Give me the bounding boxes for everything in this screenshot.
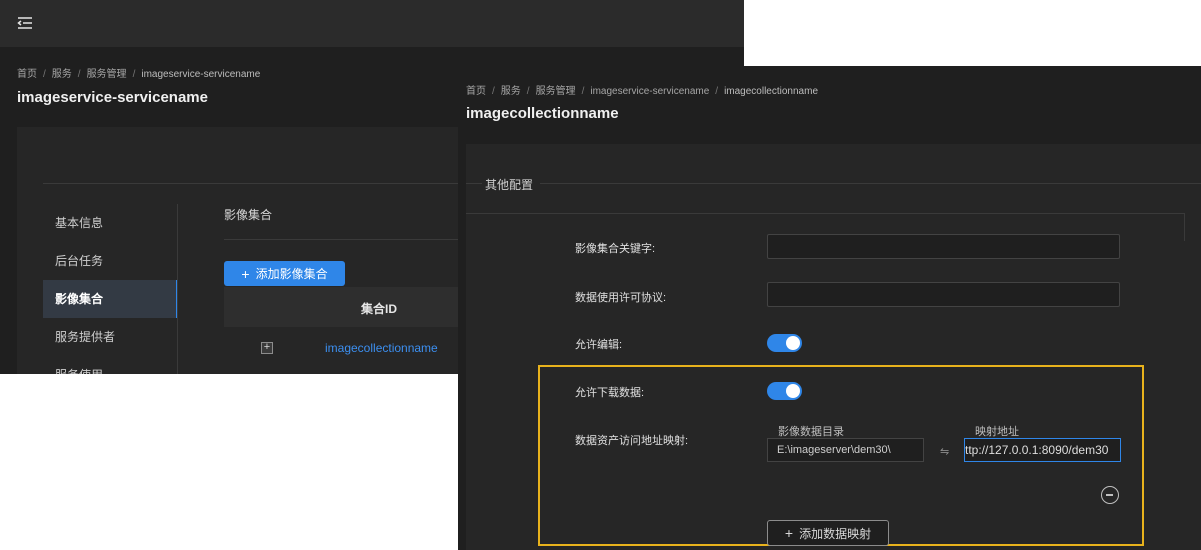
keyword-input[interactable] [767, 234, 1120, 259]
allow-download-label: 允许下载数据: [575, 387, 645, 399]
side-nav-item-background-tasks[interactable]: 后台任务 [43, 242, 178, 280]
mapping-label: 数据资产访问地址映射: [575, 435, 689, 447]
side-nav-item-image-collections[interactable]: 影像集合 [43, 280, 178, 318]
column-header-collection-id: 集合ID [361, 302, 398, 316]
breadcrumb-current: imageservice-servicename [141, 69, 261, 80]
top-bar [0, 0, 744, 47]
fieldset-border [466, 183, 482, 184]
remove-mapping-icon[interactable] [1101, 486, 1119, 504]
dir-column-header: 影像数据目录 [778, 426, 844, 438]
image-dir-input[interactable]: E:\imageserver\dem30\ [767, 438, 924, 462]
side-nav-item-basic-info[interactable]: 基本信息 [43, 204, 178, 242]
mapping-url-input[interactable]: ttp://127.0.0.1:8090/dem30 [964, 438, 1121, 462]
side-nav-item-service-usage[interactable]: 服务使用 [43, 356, 178, 374]
fieldset-border [1184, 213, 1185, 241]
breadcrumb-services[interactable]: 服务 [501, 82, 521, 97]
collection-detail-window: 首页 / 服务 / 服务管理 / imageservice-servicename / imag… [458, 66, 1201, 550]
plus-icon: + [241, 265, 250, 282]
add-mapping-button[interactable]: + 添加数据映射 [767, 520, 889, 546]
breadcrumb-service[interactable]: imageservice-servicename [590, 86, 709, 97]
page-title: imagecollectionname [466, 105, 619, 122]
fieldset-border [540, 183, 1201, 184]
fieldset-legend: 其他配置 [485, 178, 534, 192]
side-nav-divider [177, 204, 178, 374]
allow-edit-toggle[interactable] [767, 334, 802, 352]
add-image-collection-button[interactable]: + 添加影像集合 [224, 261, 345, 286]
license-label: 数据使用许可协议: [575, 292, 667, 304]
allow-download-toggle[interactable] [767, 382, 802, 400]
plus-icon: + [784, 525, 794, 541]
breadcrumb: 首页 / 服务 / 服务管理 / imageservice-servicename [17, 65, 260, 80]
url-column-header: 映射地址 [975, 426, 1019, 438]
add-mapping-label: 添加数据映射 [799, 526, 872, 541]
breadcrumb-home[interactable]: 首页 [466, 82, 486, 97]
side-nav-item-service-providers[interactable]: 服务提供者 [43, 318, 178, 356]
side-nav: 基本信息 后台任务 影像集合 服务提供者 服务使用 [43, 204, 178, 374]
collection-id-link[interactable]: imagecollectionname [325, 341, 438, 355]
breadcrumb-current: imagecollectionname [724, 86, 819, 97]
expand-row-icon[interactable]: + [261, 342, 273, 354]
page-title: imageservice-servicename [17, 89, 208, 106]
breadcrumb-services[interactable]: 服务 [52, 65, 72, 80]
swap-icon: ⇋ [940, 446, 950, 458]
breadcrumb-service-management[interactable]: 服务管理 [536, 82, 576, 97]
fieldset-border [466, 213, 1185, 214]
add-image-collection-label: 添加影像集合 [255, 267, 328, 281]
menu-fold-icon[interactable] [16, 14, 34, 32]
section-title: 影像集合 [224, 208, 273, 222]
breadcrumb-service-management[interactable]: 服务管理 [87, 65, 127, 80]
allow-edit-label: 允许编辑: [575, 339, 623, 351]
breadcrumb: 首页 / 服务 / 服务管理 / imageservice-servicename / imag… [466, 82, 818, 97]
breadcrumb-home[interactable]: 首页 [17, 65, 37, 80]
license-input[interactable] [767, 282, 1120, 307]
keyword-label: 影像集合关键字: [575, 243, 656, 255]
